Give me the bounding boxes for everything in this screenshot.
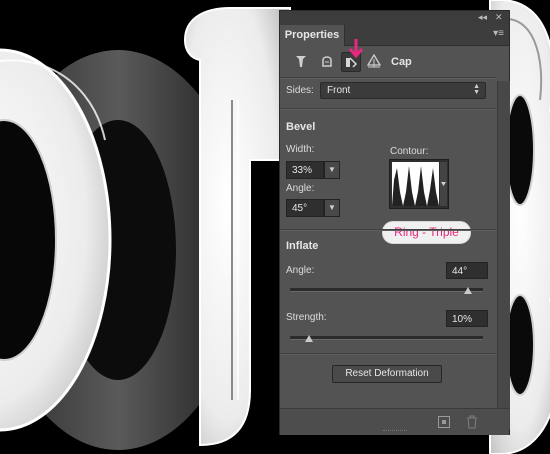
divider xyxy=(280,353,497,355)
panel-menu-icon[interactable]: ▾≡ xyxy=(493,28,504,39)
bevel-header: Bevel xyxy=(286,121,316,133)
inflate-angle-value: 44° xyxy=(452,266,468,277)
inflate-header: Inflate xyxy=(286,240,319,252)
tab-bar: Properties ▾≡ xyxy=(280,25,509,46)
angle-label: Angle: xyxy=(286,183,315,194)
inflate-angle-slider[interactable] xyxy=(290,288,483,292)
divider xyxy=(280,77,497,79)
section-title: Cap xyxy=(391,56,412,68)
mesh-icon[interactable] xyxy=(292,52,310,70)
width-label: Width: xyxy=(286,144,315,155)
strength-field[interactable]: 10% xyxy=(446,310,488,327)
properties-toolbar: Cap xyxy=(280,39,509,77)
tab-properties[interactable]: Properties xyxy=(280,25,345,46)
panel-footer xyxy=(280,408,509,435)
new-layer-icon[interactable] xyxy=(437,415,451,429)
bevel-angle-field[interactable]: 45° xyxy=(286,199,324,217)
strength-slider[interactable] xyxy=(290,336,483,340)
angle-dropdown-button[interactable]: ▼ xyxy=(324,199,340,217)
scrollbar[interactable] xyxy=(497,81,510,429)
inflate-angle-label: Angle: xyxy=(286,265,315,276)
sides-label: Sides: xyxy=(286,85,314,96)
contour-preview xyxy=(392,162,439,206)
contour-picker[interactable] xyxy=(389,159,449,209)
deform-icon[interactable] xyxy=(318,52,336,70)
strength-slider-thumb[interactable] xyxy=(305,335,314,342)
pointer-arrow-icon xyxy=(348,39,364,59)
coordinates-icon[interactable] xyxy=(365,52,383,70)
divider xyxy=(280,229,497,231)
collapse-panel-button[interactable]: ◂◂ xyxy=(478,12,487,23)
close-panel-button[interactable]: ✕ xyxy=(495,12,503,23)
trash-icon[interactable] xyxy=(466,415,478,429)
resize-grip[interactable] xyxy=(383,430,407,433)
bevel-angle-value: 45° xyxy=(292,203,308,214)
panel-title-bar[interactable]: ◂◂ ✕ xyxy=(280,11,509,25)
inflate-angle-slider-thumb[interactable] xyxy=(463,287,472,294)
width-value: 33% xyxy=(292,165,313,176)
width-field[interactable]: 33% xyxy=(286,161,324,179)
contour-label: Contour: xyxy=(390,146,429,157)
contour-dropdown-button[interactable] xyxy=(440,162,447,206)
sides-value: Front xyxy=(327,85,351,96)
contour-name-tooltip: Ring - Triple xyxy=(382,221,471,244)
properties-panel: ◂◂ ✕ Properties ▾≡ Cap Sides: Front ▲ ▼ B… xyxy=(279,10,510,435)
strength-label: Strength: xyxy=(286,312,327,323)
reset-deformation-button[interactable]: Reset Deformation xyxy=(332,365,442,383)
updown-icon: ▲ ▼ xyxy=(473,83,480,96)
strength-value: 10% xyxy=(452,314,473,325)
inflate-angle-field[interactable]: 44° xyxy=(446,262,488,279)
divider xyxy=(280,108,497,110)
sides-dropdown[interactable]: Front ▲ ▼ xyxy=(320,82,486,99)
width-dropdown-button[interactable]: ▼ xyxy=(324,161,340,179)
